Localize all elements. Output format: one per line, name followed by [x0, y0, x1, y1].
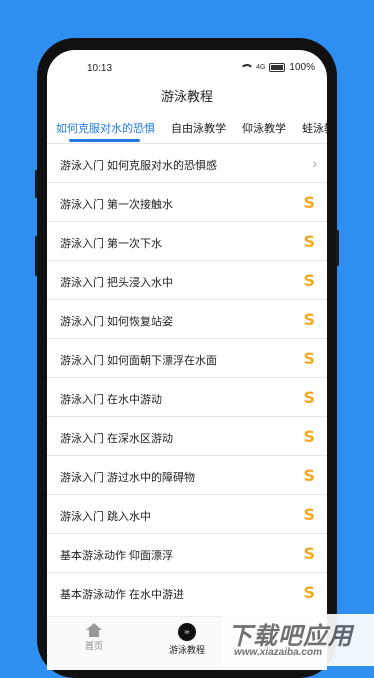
status-time: 10:13	[87, 63, 113, 74]
s-icon: S	[303, 232, 315, 251]
list-item-label: 游泳入门 把头浸入水中	[60, 277, 174, 289]
s-icon: S	[303, 310, 315, 329]
tab-backstroke[interactable]: 仰泳教学	[233, 116, 293, 142]
app-screen: 10:13 4G 100% 游泳教程 如何克服对水的恐惧 自由泳教学 仰泳教学 …	[47, 50, 327, 670]
watermark-url: www.xiazaiba.com	[234, 647, 322, 658]
list-item-label: 基本游泳动作 在水中游进	[60, 589, 185, 601]
lesson-list: 游泳入门 如何克服对水的恐惧感 › 游泳入门 第一次接触水 S 游泳入门 第一次下水 S 游…	[47, 143, 327, 611]
nav-home-label: 首页	[84, 641, 103, 651]
s-icon: S	[303, 349, 315, 368]
volume-button	[35, 170, 38, 198]
tab-freestyle[interactable]: 自由泳教学	[162, 116, 233, 142]
s-icon: S	[303, 427, 315, 446]
s-icon: S	[303, 466, 315, 485]
chevron-right-icon: ›	[312, 155, 317, 171]
home-icon	[86, 623, 102, 637]
watermark: 下载吧应用 www.xiazaiba.com	[222, 614, 374, 666]
list-item-label: 游泳入门 跳入水中	[60, 511, 152, 523]
list-item-label: 基本游泳动作 仰面漂浮	[60, 550, 174, 562]
s-icon: S	[303, 388, 315, 407]
list-item-label: 游泳入门 第一次接触水	[60, 199, 174, 211]
status-icons: 4G 100%	[240, 62, 315, 73]
signal-icon: 4G	[256, 64, 266, 71]
list-item-label: 游泳入门 第一次下水	[60, 238, 163, 250]
s-icon: S	[303, 544, 315, 563]
list-item[interactable]: 游泳入门 在水中游动 S	[47, 377, 327, 416]
volume-button-2	[35, 236, 38, 276]
list-item-label: 游泳入门 如何面朝下漂浮在水面	[60, 355, 218, 367]
list-item-label: 游泳入门 在深水区游动	[60, 433, 174, 445]
status-bar: 10:13 4G 100%	[47, 50, 327, 88]
watermark-logo: 下载吧应用	[228, 623, 353, 650]
s-icon: S	[303, 271, 315, 290]
list-item[interactable]: 游泳入门 如何面朝下漂浮在水面 S	[47, 338, 327, 377]
list-item[interactable]: 游泳入门 第一次接触水 S	[47, 182, 327, 221]
tab-bar: 如何克服对水的恐惧 自由泳教学 仰泳教学 蛙泳教学	[47, 116, 327, 142]
list-item[interactable]: 基本游泳动作 在水中游进 S	[47, 572, 327, 611]
swim-icon: ≈	[178, 623, 196, 641]
list-item-label: 游泳入门 如何恢复站姿	[60, 316, 174, 328]
s-icon: S	[303, 193, 315, 212]
list-item[interactable]: 游泳入门 如何恢复站姿 S	[47, 299, 327, 338]
list-item[interactable]: 游泳入门 第一次下水 S	[47, 221, 327, 260]
list-item-label: 游泳入门 游过水中的障碍物	[60, 472, 196, 484]
tab-breaststroke[interactable]: 蛙泳教学	[293, 116, 327, 142]
tab-fear[interactable]: 如何克服对水的恐惧	[47, 116, 162, 142]
list-item[interactable]: 游泳入门 如何克服对水的恐惧感 ›	[47, 143, 327, 182]
list-item-label: 游泳入门 如何克服对水的恐惧感	[60, 160, 218, 172]
nav-swim-label: 游泳教程	[168, 645, 205, 655]
battery-level: 100%	[289, 62, 315, 73]
wifi-icon	[240, 63, 255, 72]
page-title: 游泳教程	[160, 89, 213, 104]
list-item[interactable]: 基本游泳动作 仰面漂浮 S	[47, 533, 327, 572]
s-icon: S	[303, 505, 315, 524]
power-button	[336, 230, 339, 266]
list-item[interactable]: 游泳入门 跳入水中 S	[47, 494, 327, 533]
list-item[interactable]: 游泳入门 游过水中的障碍物 S	[47, 455, 327, 494]
list-item[interactable]: 游泳入门 在深水区游动 S	[47, 416, 327, 455]
s-icon: S	[303, 583, 315, 602]
list-item-label: 游泳入门 在水中游动	[60, 394, 163, 406]
list-item[interactable]: 游泳入门 把头浸入水中 S	[47, 260, 327, 299]
nav-home[interactable]: 首页	[47, 623, 144, 652]
battery-icon	[269, 63, 286, 72]
